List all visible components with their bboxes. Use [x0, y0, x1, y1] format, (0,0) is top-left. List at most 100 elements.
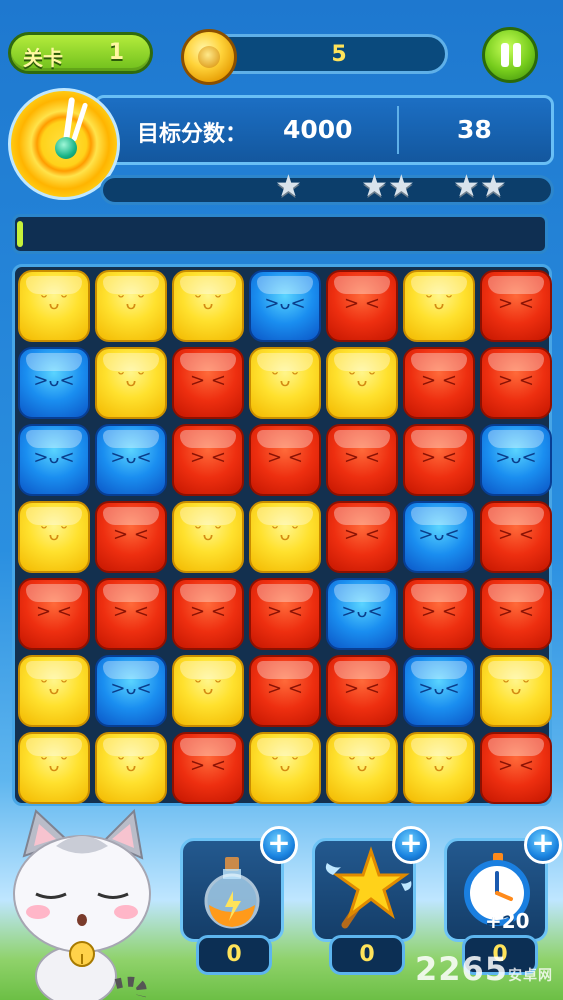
yellow-block[interactable]: ˘ᴗ˘ [172, 655, 244, 727]
block-gloss [257, 353, 313, 371]
stopwatch-bonus-badge: +20 [485, 909, 530, 933]
time-progress-fill [17, 221, 23, 247]
block-gloss [26, 276, 82, 294]
red-block[interactable]: > < [403, 424, 475, 496]
red-block[interactable]: > < [480, 270, 552, 342]
block-gloss [488, 276, 544, 294]
block-gloss [411, 738, 467, 756]
watermark-small: 安卓网 [508, 968, 554, 984]
blue-block[interactable]: >ᴗ< [326, 578, 398, 650]
red-block[interactable]: > < [403, 347, 475, 419]
block-gloss [180, 353, 236, 371]
block-gloss [103, 276, 159, 294]
blue-block[interactable]: >ᴗ< [249, 270, 321, 342]
block-face: ˘ᴗ˘ [193, 293, 223, 314]
game-board: ˘ᴗ˘ ˘ᴗ˘ ˘ᴗ˘ >ᴗ< > < ˘ᴗ˘ > < >ᴗ< ˘ᴗ˘ > < ˘ᴗ˘ ˘ᴗ˘ > < >… [12, 264, 552, 806]
block-face: > < [498, 601, 534, 622]
block-gloss [180, 430, 236, 448]
yellow-block[interactable]: ˘ᴗ˘ [18, 732, 90, 804]
block-face: > < [498, 524, 534, 545]
yellow-block[interactable]: ˘ᴗ˘ [95, 270, 167, 342]
potion-count: 0 [196, 935, 272, 975]
blue-block[interactable]: >ᴗ< [18, 347, 90, 419]
red-block[interactable]: > < [326, 424, 398, 496]
block-face: ˘ᴗ˘ [270, 370, 300, 391]
pause-icon-bar [513, 43, 521, 67]
yellow-block[interactable]: ˘ᴗ˘ [95, 732, 167, 804]
block-face: > < [113, 601, 149, 622]
red-block[interactable]: > < [172, 424, 244, 496]
block-gloss [334, 507, 390, 525]
red-block[interactable]: > < [480, 578, 552, 650]
red-block[interactable]: > < [249, 578, 321, 650]
block-face: > < [267, 447, 303, 468]
add-star-wand-button[interactable]: + [392, 826, 430, 864]
red-block[interactable]: > < [18, 578, 90, 650]
block-face: ˘ᴗ˘ [116, 755, 146, 776]
yellow-block[interactable]: ˘ᴗ˘ [249, 347, 321, 419]
block-face: > < [113, 524, 149, 545]
red-block[interactable]: > < [326, 501, 398, 573]
red-block[interactable]: > < [403, 578, 475, 650]
block-face: ˘ᴗ˘ [270, 524, 300, 545]
block-face: ˘ᴗ˘ [39, 293, 69, 314]
block-face: ˘ᴗ˘ [270, 755, 300, 776]
red-block[interactable]: > < [249, 424, 321, 496]
block-face: >ᴗ< [341, 601, 383, 622]
yellow-block[interactable]: ˘ᴗ˘ [172, 270, 244, 342]
block-face: > < [498, 293, 534, 314]
yellow-block[interactable]: ˘ᴗ˘ [326, 347, 398, 419]
add-stopwatch-button[interactable]: + [524, 826, 562, 864]
watermark: 2265安卓网 [415, 950, 553, 988]
block-gloss [180, 507, 236, 525]
block-face: >ᴗ< [33, 370, 75, 391]
red-block[interactable]: > < [326, 655, 398, 727]
red-block[interactable]: > < [480, 732, 552, 804]
block-gloss [334, 584, 390, 602]
yellow-block[interactable]: ˘ᴗ˘ [249, 732, 321, 804]
yellow-block[interactable]: ˘ᴗ˘ [403, 732, 475, 804]
red-block[interactable]: > < [480, 501, 552, 573]
blue-block[interactable]: >ᴗ< [18, 424, 90, 496]
blue-block[interactable]: >ᴗ< [95, 655, 167, 727]
yellow-block[interactable]: ˘ᴗ˘ [249, 501, 321, 573]
red-block[interactable]: > < [95, 501, 167, 573]
watermark-text: 2265 [415, 950, 509, 988]
cat-mascot-icon [13, 808, 151, 1000]
level-indicator: 关卡 1 [8, 32, 153, 74]
block-gloss [411, 584, 467, 602]
score-progress-bar: ★ ★★ ★★ [100, 172, 554, 205]
yellow-block[interactable]: ˘ᴗ˘ [95, 347, 167, 419]
block-gloss [334, 430, 390, 448]
block-face: > < [267, 678, 303, 699]
yellow-block[interactable]: ˘ᴗ˘ [172, 501, 244, 573]
red-block[interactable]: > < [172, 347, 244, 419]
add-potion-button[interactable]: + [260, 826, 298, 864]
block-face: > < [190, 601, 226, 622]
red-block[interactable]: > < [326, 270, 398, 342]
block-gloss [334, 353, 390, 371]
block-gloss [103, 430, 159, 448]
yellow-block[interactable]: ˘ᴗ˘ [18, 270, 90, 342]
yellow-block[interactable]: ˘ᴗ˘ [18, 501, 90, 573]
red-block[interactable]: > < [172, 732, 244, 804]
block-gloss [488, 353, 544, 371]
block-face: ˘ᴗ˘ [347, 755, 377, 776]
block-gloss [26, 430, 82, 448]
blue-block[interactable]: >ᴗ< [95, 424, 167, 496]
yellow-block[interactable]: ˘ᴗ˘ [18, 655, 90, 727]
yellow-block[interactable]: ˘ᴗ˘ [403, 270, 475, 342]
pause-button[interactable] [482, 27, 538, 83]
blue-block[interactable]: >ᴗ< [403, 501, 475, 573]
blue-block[interactable]: >ᴗ< [403, 655, 475, 727]
blue-block[interactable]: >ᴗ< [480, 424, 552, 496]
red-block[interactable]: > < [249, 655, 321, 727]
red-block[interactable]: > < [95, 578, 167, 650]
red-block[interactable]: > < [480, 347, 552, 419]
block-face: ˘ᴗ˘ [116, 293, 146, 314]
level-label: 关卡 [23, 46, 63, 70]
block-face: >ᴗ< [264, 293, 306, 314]
yellow-block[interactable]: ˘ᴗ˘ [326, 732, 398, 804]
red-block[interactable]: > < [172, 578, 244, 650]
yellow-block[interactable]: ˘ᴗ˘ [480, 655, 552, 727]
